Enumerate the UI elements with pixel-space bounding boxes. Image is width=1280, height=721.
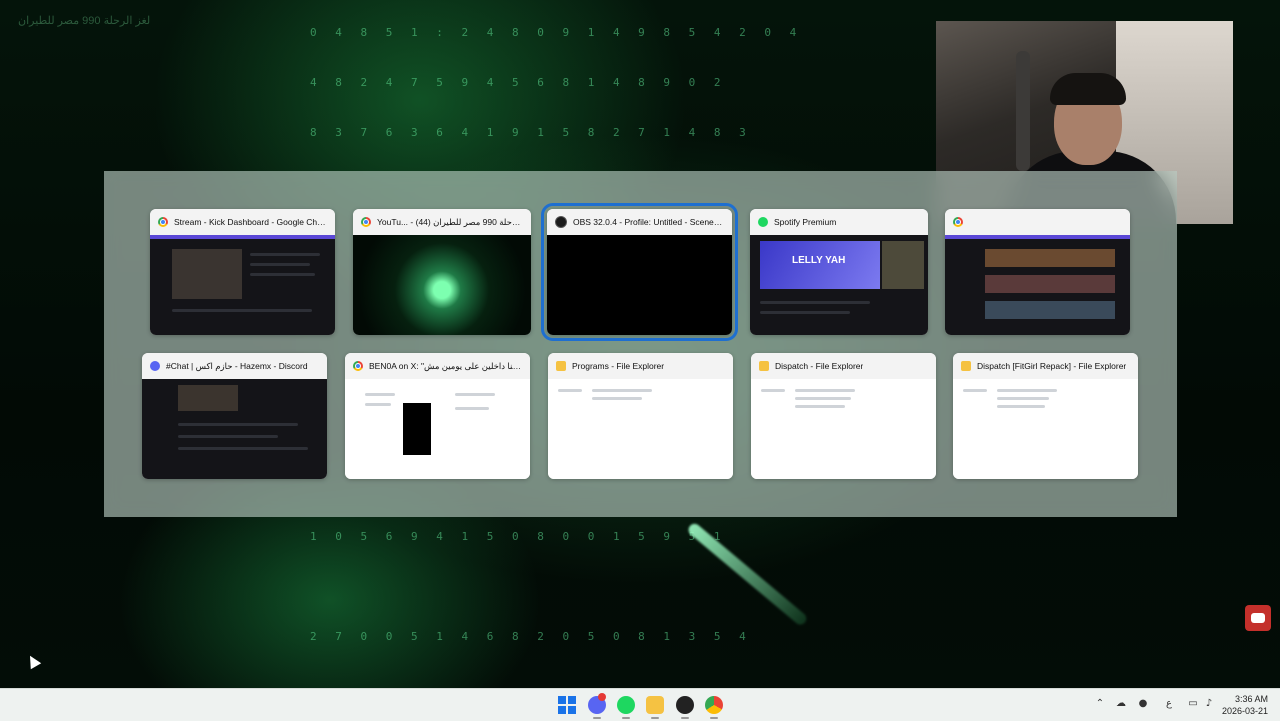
code-row: 8 3 7 6 3 6 4 1 9 1 5 8 2 7 1 4 8 3 — [310, 126, 752, 139]
cloud-icon[interactable]: ☁ — [1115, 698, 1127, 710]
language-indicator[interactable]: ع — [1163, 698, 1175, 710]
task-switcher: Stream - Kick Dashboard - Google Chrome … — [104, 171, 1177, 517]
window-preview — [547, 235, 732, 335]
window-preview — [751, 379, 936, 479]
chrome-icon[interactable] — [705, 696, 723, 714]
microphone-icon[interactable]: ● — [1137, 698, 1149, 710]
notification-badge — [598, 693, 606, 701]
youtube-icon[interactable] — [1245, 605, 1271, 631]
folder-icon — [961, 361, 971, 371]
window-title: Dispatch [FitGirl Repack] - File Explore… — [977, 361, 1127, 371]
taskbar: ⌃ ☁ ● ع ▭ ♪ 3:36 AM 2026-03-21 — [0, 688, 1280, 721]
chrome-icon — [953, 217, 963, 227]
code-row: 4 8 2 4 7 5 9 4 5 6 8 1 4 8 9 0 2 — [310, 76, 727, 89]
discord-icon — [150, 361, 160, 371]
running-indicator — [651, 717, 659, 719]
window-title: Stream - Kick Dashboard - Google Chrome — [174, 217, 327, 227]
chrome-icon — [353, 361, 363, 371]
clock-time: 3:36 AM — [1234, 694, 1268, 704]
window-tile-x-twitter[interactable]: BEN0A on X: "شكلنا داخلين على يومين مش..… — [345, 353, 530, 479]
window-tile-programs-explorer[interactable]: Programs - File Explorer — [548, 353, 733, 479]
window-tile-kick-dashboard[interactable]: Stream - Kick Dashboard - Google Chrome — [150, 209, 335, 335]
chrome-icon — [361, 217, 371, 227]
window-title: #Chat | حازم اكس - Hazemx - Discord — [166, 360, 308, 371]
running-indicator — [710, 717, 718, 719]
running-indicator — [681, 717, 689, 719]
code-row: 1 0 5 6 9 4 1 5 0 8 0 0 1 5 9 5 1 — [310, 530, 727, 543]
window-tile-discord[interactable]: #Chat | حازم اكس - Hazemx - Discord — [142, 353, 327, 479]
spotify-icon[interactable] — [617, 696, 635, 714]
window-title: OBS 32.0.4 - Profile: Untitled - Scenes:… — [573, 217, 724, 227]
window-title: YouTu... - لغز الرحلة 990 مصر للطيران (4… — [377, 216, 523, 227]
window-title: Spotify Premium — [774, 217, 837, 227]
window-tile-chrome[interactable] — [945, 209, 1130, 335]
chrome-icon — [158, 217, 168, 227]
file-explorer-icon[interactable] — [646, 696, 664, 714]
window-tile-spotify[interactable]: Spotify Premium LELLY YAH — [750, 209, 928, 335]
window-title: Dispatch - File Explorer — [775, 361, 864, 371]
code-row: 2 7 0 0 5 1 4 6 8 2 0 5 0 8 1 3 5 4 — [310, 630, 752, 643]
watermark-text: لغز الرحلة 990 مصر للطيران — [18, 15, 151, 27]
network-icon[interactable]: ▭ — [1187, 698, 1199, 710]
running-indicator — [622, 717, 630, 719]
clock-date: 2026-03-21 — [1221, 706, 1268, 716]
volume-icon[interactable]: ♪ — [1203, 698, 1215, 710]
window-preview — [953, 379, 1138, 479]
window-tile-obs[interactable]: OBS 32.0.4 - Profile: Untitled - Scenes:… — [541, 203, 738, 341]
window-preview: LELLY YAH — [750, 235, 928, 335]
window-preview — [945, 235, 1130, 335]
running-indicator — [593, 717, 601, 719]
obs-icon[interactable] — [676, 696, 694, 714]
window-preview — [345, 379, 530, 479]
window-tile-dispatch-explorer[interactable]: Dispatch - File Explorer — [751, 353, 936, 479]
window-tile-youtube[interactable]: YouTu... - لغز الرحلة 990 مصر للطيران (4… — [353, 209, 531, 335]
window-title: Programs - File Explorer — [572, 361, 665, 371]
folder-icon — [759, 361, 769, 371]
start-icon[interactable] — [558, 696, 576, 714]
code-row: 0 4 8 5 1 : 2 4 8 0 9 1 4 9 8 5 4 2 0 4 — [310, 26, 803, 39]
spotify-artist-name: LELLY YAH — [792, 255, 846, 266]
folder-icon — [556, 361, 566, 371]
spotify-icon — [758, 217, 768, 227]
window-tile-fitgirl-explorer[interactable]: Dispatch [FitGirl Repack] - File Explore… — [953, 353, 1138, 479]
window-preview — [548, 379, 733, 479]
window-title: BEN0A on X: "شكلنا داخلين على يومين مش..… — [369, 360, 522, 371]
window-preview — [142, 379, 327, 479]
system-clock[interactable]: 3:36 AM 2026-03-21 — [1222, 693, 1268, 717]
obs-icon — [555, 216, 567, 228]
window-preview — [353, 235, 531, 335]
window-preview — [150, 235, 335, 335]
chevron-up-icon[interactable]: ⌃ — [1094, 698, 1106, 710]
